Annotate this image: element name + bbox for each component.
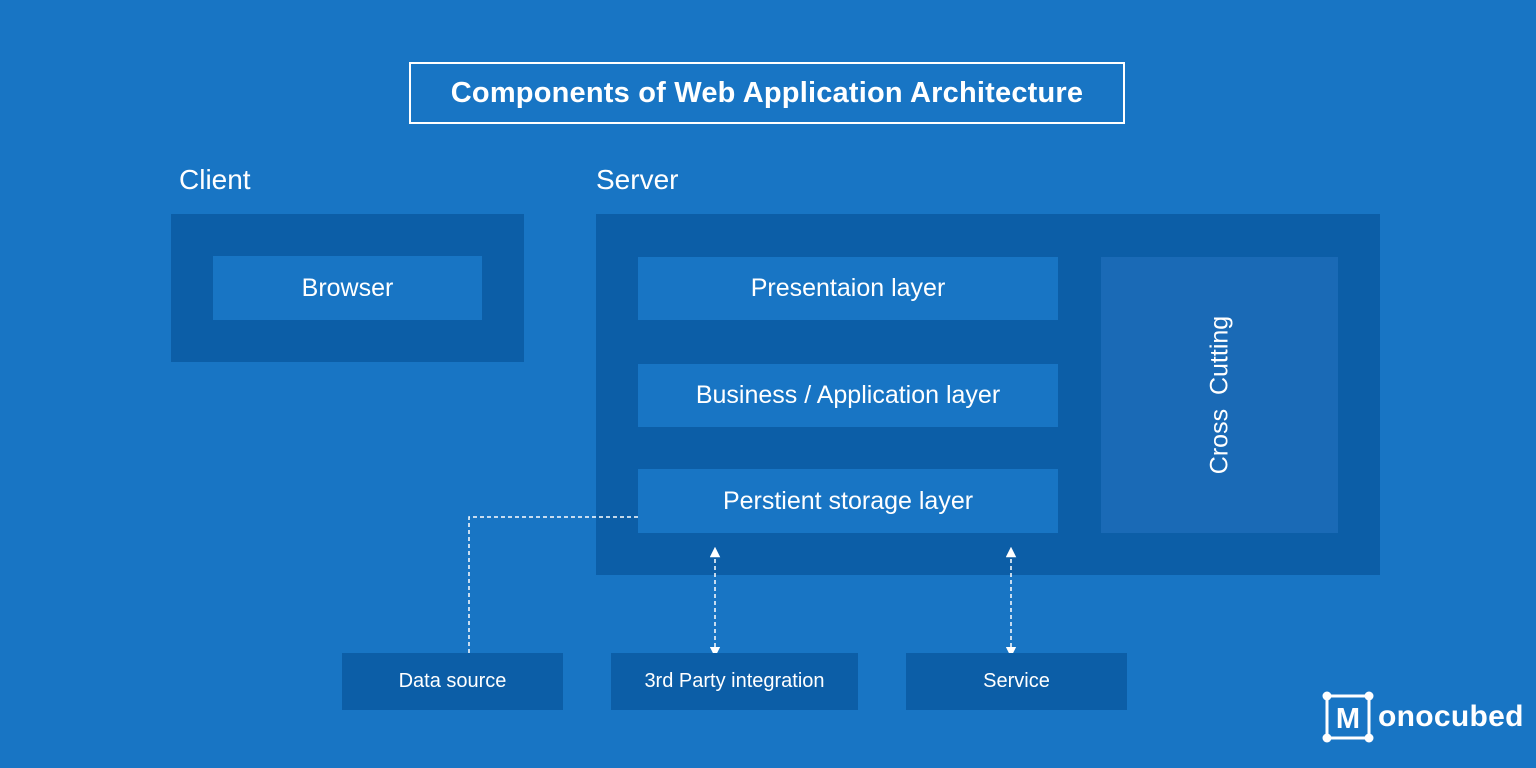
diagram-title: Components of Web Application Architectu… bbox=[409, 62, 1125, 124]
cross-cutting-label: Cross Cutting bbox=[1205, 315, 1233, 475]
service-box: Service bbox=[906, 653, 1127, 710]
logo-mark-letter: M bbox=[1336, 703, 1360, 735]
persistent-storage-layer: Perstient storage layer bbox=[638, 469, 1058, 533]
cross-cutting-box: Cross Cutting bbox=[1101, 257, 1338, 533]
browser-box: Browser bbox=[213, 256, 482, 320]
data-source-box: Data source bbox=[342, 653, 563, 710]
logo-text: onocubed bbox=[1378, 700, 1524, 733]
third-party-integration-box: 3rd Party integration bbox=[611, 653, 858, 710]
business-layer: Business / Application layer bbox=[638, 364, 1058, 427]
client-panel: Browser bbox=[171, 214, 524, 362]
server-label: Server bbox=[596, 164, 679, 195]
client-label: Client bbox=[179, 164, 251, 195]
monocubed-logo: M onocubed bbox=[1322, 688, 1524, 746]
logo-mark-icon: M bbox=[1322, 691, 1374, 743]
presentation-layer: Presentaion layer bbox=[638, 257, 1058, 320]
